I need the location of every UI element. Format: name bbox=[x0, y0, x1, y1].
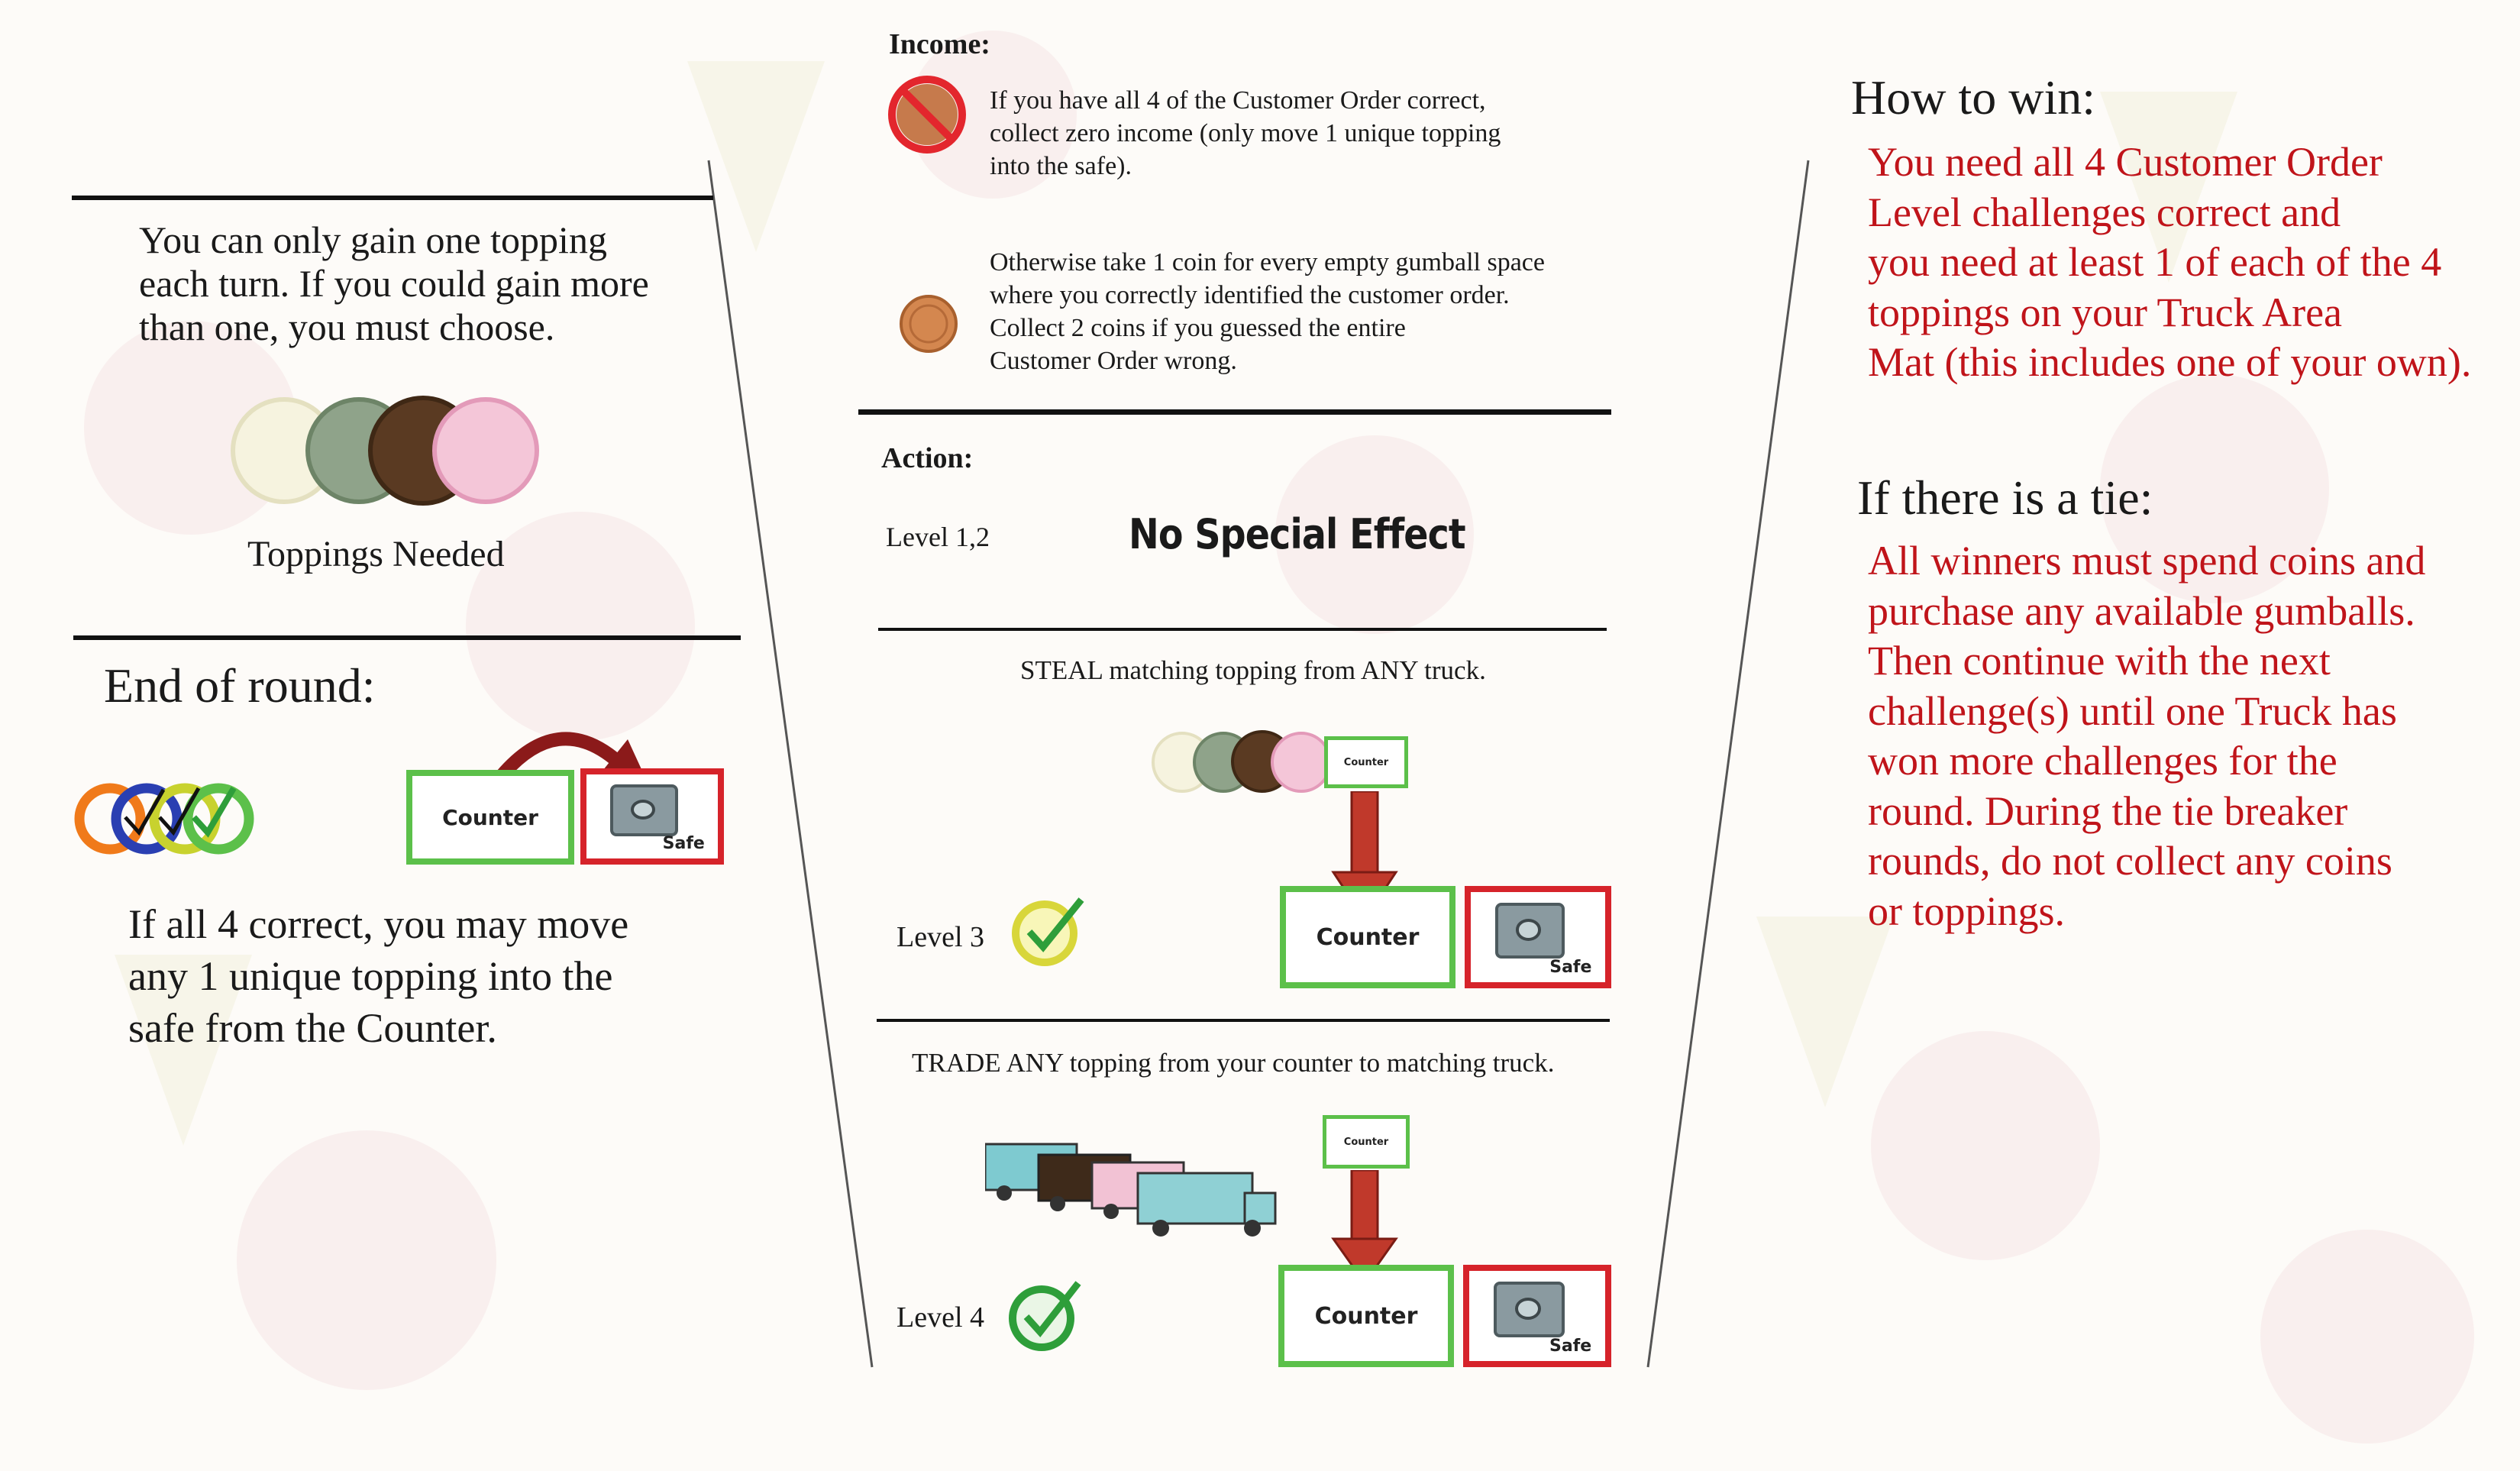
food-trucks-icon bbox=[985, 1143, 1277, 1237]
how-to-win-text: You need all 4 Customer Order Level chal… bbox=[1868, 137, 2471, 388]
rule-line: than one, you must choose. bbox=[139, 306, 555, 348]
mid-divider-2 bbox=[878, 628, 1607, 631]
safe-icon bbox=[1494, 903, 1565, 959]
safe-card: Safe bbox=[1463, 1265, 1611, 1367]
end-line: any 1 unique topping into the bbox=[128, 953, 613, 999]
no-coin-icon bbox=[888, 76, 966, 154]
coin-icon bbox=[900, 295, 958, 353]
income-text-all-correct: If you have all 4 of the Customer Order … bbox=[990, 84, 1501, 183]
check-icon bbox=[1012, 897, 1084, 966]
tie-text: All winners must spend coins and purchas… bbox=[1868, 536, 2425, 936]
win-line: Mat (this includes one of your own). bbox=[1868, 339, 2472, 385]
tie-line: Then continue with the next bbox=[1868, 638, 2331, 684]
level4-text: TRADE ANY topping from your counter to m… bbox=[912, 1048, 1555, 1078]
safe-label: Safe bbox=[1549, 957, 1592, 977]
tie-line: round. During the tie breaker bbox=[1868, 787, 2348, 834]
safe-label: Safe bbox=[662, 834, 705, 854]
counter-label: Counter bbox=[1314, 1302, 1418, 1330]
level3-label: Level 3 bbox=[897, 921, 985, 953]
tie-heading: If there is a tie: bbox=[1857, 470, 2153, 525]
counter-label: Counter bbox=[442, 804, 538, 830]
income-line: into the safe). bbox=[990, 152, 1132, 180]
left-divider-top bbox=[72, 196, 713, 200]
income-line: Collect 2 coins if you guessed the entir… bbox=[990, 314, 1406, 342]
win-line: you need at least 1 of each of the 4 bbox=[1868, 239, 2442, 285]
income-line: where you correctly identified the custo… bbox=[990, 281, 1510, 309]
end-of-round-heading: End of round: bbox=[104, 658, 376, 713]
mid-divider-1 bbox=[858, 409, 1611, 415]
tie-line: challenge(s) until one Truck has bbox=[1868, 687, 2397, 734]
mini-counter-card: Counter bbox=[1324, 736, 1408, 788]
level4-label: Level 4 bbox=[897, 1301, 985, 1334]
mid-divider-3 bbox=[877, 1019, 1610, 1022]
left-divider-bottom bbox=[73, 635, 741, 640]
end-of-round-text: If all 4 correct, you may move any 1 uni… bbox=[128, 898, 628, 1054]
income-text-otherwise: Otherwise take 1 coin for every empty gu… bbox=[990, 246, 1545, 377]
counter-label: Counter bbox=[1343, 756, 1389, 768]
win-line: toppings on your Truck Area bbox=[1868, 289, 2342, 335]
counter-card: Counter bbox=[1278, 1265, 1454, 1367]
tie-line: All winners must spend coins and bbox=[1868, 538, 2426, 584]
four-checkmarks-icon bbox=[74, 783, 254, 855]
end-line: If all 4 correct, you may move bbox=[128, 901, 629, 947]
one-topping-rule: You can only gain one topping each turn.… bbox=[139, 218, 649, 349]
mini-counter-card: Counter bbox=[1323, 1115, 1410, 1169]
topping-token-sprinkles bbox=[1271, 732, 1332, 793]
level12-effect: No Special Effect bbox=[1129, 510, 1466, 558]
toppings-caption: Toppings Needed bbox=[247, 534, 505, 574]
check-icon bbox=[1009, 1281, 1081, 1351]
tie-line: won more challenges for the bbox=[1868, 738, 2337, 784]
end-line: safe from the Counter. bbox=[128, 1005, 497, 1051]
safe-label: Safe bbox=[1549, 1336, 1592, 1356]
level3-text: STEAL matching topping from ANY truck. bbox=[1020, 655, 1486, 685]
safe-card: Safe bbox=[580, 768, 724, 865]
counter-label: Counter bbox=[1316, 923, 1420, 951]
topping-token-sprinkles bbox=[432, 397, 539, 504]
win-line: Level challenges correct and bbox=[1868, 189, 2341, 235]
counter-card: Counter bbox=[406, 770, 574, 865]
tie-line: purchase any available gumballs. bbox=[1868, 587, 2415, 634]
income-line: If you have all 4 of the Customer Order … bbox=[990, 86, 1486, 115]
safe-card: Safe bbox=[1465, 886, 1611, 988]
safe-icon bbox=[1494, 1282, 1565, 1338]
income-line: collect zero income (only move 1 unique … bbox=[990, 119, 1501, 147]
income-line: Otherwise take 1 coin for every empty gu… bbox=[990, 248, 1545, 276]
rule-line: You can only gain one topping bbox=[139, 218, 607, 261]
counter-label: Counter bbox=[1343, 1136, 1389, 1148]
income-line: Customer Order wrong. bbox=[990, 347, 1237, 375]
win-line: You need all 4 Customer Order bbox=[1868, 139, 2383, 185]
safe-icon bbox=[609, 784, 679, 837]
income-heading: Income: bbox=[889, 28, 990, 60]
tie-line: or toppings. bbox=[1868, 887, 2066, 934]
rule-line: each turn. If you could gain more bbox=[139, 262, 649, 305]
level12-label: Level 1,2 bbox=[886, 522, 990, 552]
how-to-win-heading: How to win: bbox=[1851, 70, 2095, 124]
action-heading: Action: bbox=[881, 442, 974, 474]
counter-card: Counter bbox=[1280, 886, 1455, 988]
tie-line: rounds, do not collect any coins bbox=[1868, 838, 2392, 884]
